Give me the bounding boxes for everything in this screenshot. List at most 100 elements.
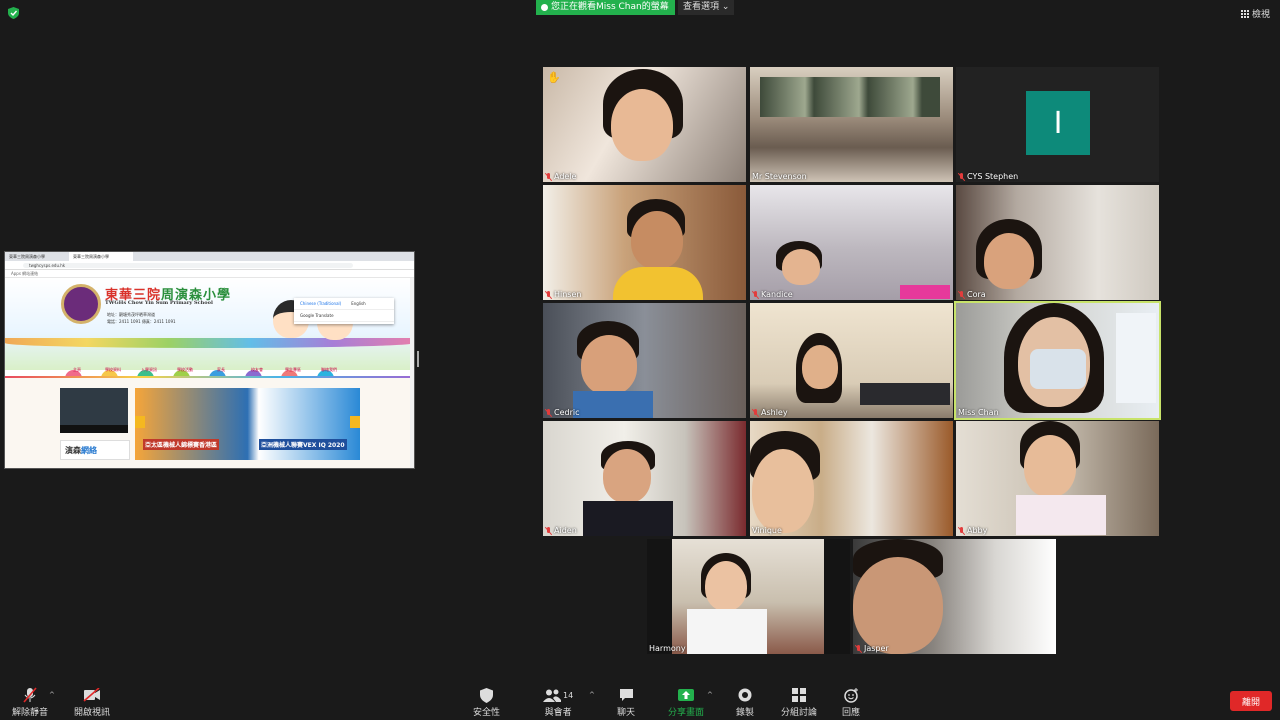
nav-label[interactable]: 家長	[211, 367, 231, 373]
news-carousel[interactable]: 亞太區機械人錦標賽香港區 亞洲機械人聯賽VEX IQ 2020	[135, 388, 360, 460]
smiley-icon	[843, 687, 858, 703]
video-tile[interactable]: Kandice	[750, 185, 953, 300]
shared-screen-browser[interactable]: 東華三院周演森小學 東華三院周演森小學 twghcysps.edu.hk App…	[4, 251, 415, 469]
translate-option-chinese[interactable]: Chinese (Traditional)	[300, 301, 341, 306]
video-tile[interactable]: Mr Stevenson	[750, 67, 953, 182]
video-tile-active-speaker[interactable]: Miss Chan	[954, 301, 1161, 420]
mic-muted-icon	[545, 172, 552, 181]
share-screen-button[interactable]: 分享畫面	[668, 687, 704, 718]
breakout-rooms-label: 分組討論	[781, 708, 818, 718]
video-tile[interactable]: Ashley	[750, 303, 953, 418]
rainbow-banner	[5, 338, 414, 348]
keyboard-background	[860, 383, 950, 405]
record-button[interactable]: 錄製	[736, 687, 754, 718]
site-nav-labels: 主頁 學校資料 入學資訊 學校活動 家長 校友會 學生專區 聯絡我們	[67, 367, 339, 373]
participant-name: Kandice	[761, 290, 793, 299]
breakout-rooms-icon	[792, 688, 806, 702]
video-tile[interactable]: Cora	[956, 185, 1159, 300]
mic-muted-icon	[958, 290, 965, 299]
video-tile[interactable]: ✋ Adele	[543, 67, 746, 182]
school-network-box[interactable]: 演森網絡	[60, 440, 130, 460]
camera-off-icon	[83, 688, 100, 702]
participants-chevron-icon[interactable]: ^	[589, 691, 595, 699]
participant-name: Hinsen	[554, 290, 582, 299]
participant-name: Vinique	[752, 526, 782, 535]
video-controls[interactable]	[60, 425, 128, 433]
video-tile[interactable]: I CYS Stephen	[956, 67, 1159, 182]
translate-dropdown[interactable]: Chinese (Traditional) English Google Tra…	[294, 298, 394, 324]
browser-scrollbar[interactable]	[410, 278, 414, 468]
reactions-button[interactable]: 回應	[842, 687, 860, 718]
video-tile[interactable]: Vinique	[750, 421, 953, 536]
view-options-button[interactable]: 查看選項 ⌄	[678, 0, 735, 15]
share-screen-arrow-icon	[678, 689, 694, 701]
participant-name: Miss Chan	[958, 408, 999, 417]
nav-label[interactable]: 學校資料	[103, 367, 123, 373]
sharing-banner[interactable]: 您正在觀看Miss Chan的螢幕	[536, 0, 675, 15]
encryption-shield-icon[interactable]	[8, 7, 19, 19]
video-tile[interactable]: Aiden	[543, 421, 746, 536]
browser-address-bar: twghcysps.edu.hk	[5, 261, 414, 270]
share-options-chevron-icon[interactable]: ^	[707, 691, 713, 699]
browser-tab-active[interactable]: 東華三院周演森小學	[69, 252, 133, 261]
split-view-handle[interactable]	[417, 351, 419, 367]
school-video-player[interactable]	[60, 388, 128, 433]
participant-name-tag: Adele	[545, 172, 576, 181]
participant-name: Mr Stevenson	[752, 172, 807, 181]
nav-label[interactable]: 入學資訊	[139, 367, 159, 373]
participant-name: Adele	[554, 172, 577, 181]
unmute-button[interactable]: 解除靜音	[12, 687, 48, 718]
window-background	[760, 77, 940, 117]
participant-name-tag: Cedric	[545, 408, 580, 417]
bookmarks-bar: Apps 網站連結	[5, 270, 414, 278]
nav-label[interactable]: 校友會	[247, 367, 267, 373]
browser-tab[interactable]: 東華三院周演森小學	[5, 252, 69, 261]
reactions-label: 回應	[842, 708, 861, 718]
network-box-label: 演森	[65, 446, 81, 455]
contact-line: 電話：2411 1091 傳真：2411 1091	[107, 319, 176, 324]
security-label: 安全性	[473, 708, 501, 718]
nav-label[interactable]: 聯絡我們	[319, 367, 339, 373]
share-screen-label: 分享畫面	[668, 708, 705, 718]
audio-options-chevron-icon[interactable]: ^	[49, 691, 55, 699]
breakout-rooms-button[interactable]: 分組討論	[781, 687, 817, 718]
view-toggle-label: 檢視	[1251, 10, 1270, 20]
participants-button[interactable]: 14 與會者	[543, 687, 573, 718]
participant-count: 14	[563, 690, 574, 700]
video-tile[interactable]: Abby	[956, 421, 1159, 536]
translate-option-english[interactable]: English	[351, 301, 365, 306]
school-crest-logo	[61, 284, 101, 324]
participant-name: Jasper	[864, 644, 889, 653]
carousel-prev-icon[interactable]	[135, 416, 145, 428]
video-tile[interactable]: Hinsen	[543, 185, 746, 300]
video-tile[interactable]: Jasper	[853, 539, 1056, 654]
meeting-toolbar: 解除靜音 ^ 開啟視訊 安全性 14 與會者 ^ 聊天 分享畫面 ^ 錄製 分組…	[0, 685, 1280, 720]
network-box-label-highlight: 網絡	[81, 446, 97, 455]
video-tile[interactable]: Harmony	[647, 539, 850, 654]
mic-muted-icon	[545, 290, 552, 299]
chat-bubble-icon	[619, 689, 633, 701]
participant-name-tag: Vinique	[752, 526, 782, 535]
slide-caption: 亞洲機械人聯賽VEX IQ 2020	[259, 439, 347, 450]
share-status-icon	[541, 4, 548, 11]
video-tile[interactable]: Cedric	[543, 303, 746, 418]
participant-name-tag: Hinsen	[545, 290, 581, 299]
raised-hand-icon: ✋	[547, 71, 561, 84]
leave-meeting-button[interactable]: 離開	[1230, 691, 1272, 711]
nav-label[interactable]: 主頁	[67, 367, 87, 373]
security-button[interactable]: 安全性	[473, 687, 500, 718]
carousel-next-icon[interactable]	[350, 416, 360, 428]
participant-name: Abby	[967, 526, 988, 535]
participant-name-tag: Cora	[958, 290, 986, 299]
url-field[interactable]: twghcysps.edu.hk	[23, 262, 353, 268]
shield-icon	[480, 687, 493, 703]
view-toggle-button[interactable]: 檢視	[1240, 7, 1270, 20]
participant-name: CYS Stephen	[967, 172, 1019, 181]
nav-label[interactable]: 學生專區	[283, 367, 303, 373]
record-icon	[738, 688, 752, 702]
slide-caption: 亞太區機械人錦標賽香港區	[143, 439, 220, 450]
mic-muted-icon	[752, 290, 759, 299]
start-video-button[interactable]: 開啟視訊	[74, 687, 110, 718]
nav-label[interactable]: 學校活動	[175, 367, 195, 373]
chat-button[interactable]: 聊天	[617, 687, 635, 718]
